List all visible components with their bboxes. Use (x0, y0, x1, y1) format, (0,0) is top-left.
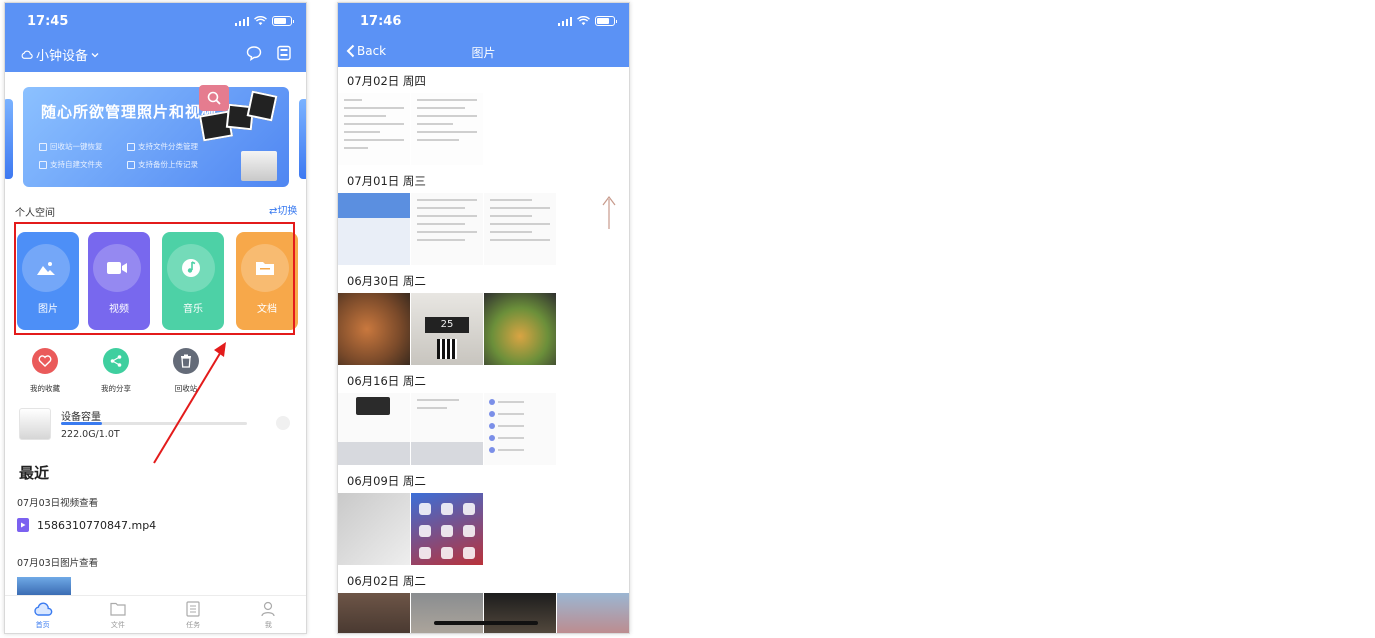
photo-thumbnail[interactable]: 25 (411, 293, 483, 365)
photo-thumbnail[interactable] (338, 393, 410, 465)
date-header: 07月02日 周四 (347, 74, 426, 88)
photo-thumbnail[interactable] (484, 193, 556, 265)
status-bar: 17:46 (338, 3, 629, 41)
photo-thumbnail[interactable] (484, 593, 556, 633)
nav-bar: Back 图片 (338, 41, 629, 67)
date-header: 06月30日 周二 (347, 274, 426, 288)
app-grid-icon (419, 503, 475, 559)
sketch-arrow-icon (602, 196, 616, 229)
status-time: 17:46 (360, 14, 402, 29)
photo-thumbnail[interactable] (557, 193, 629, 265)
photo-thumbnail[interactable] (484, 393, 556, 465)
signal-icon (557, 16, 572, 26)
battery-icon (595, 16, 617, 26)
photo-thumbnail[interactable] (338, 593, 410, 633)
date-header: 07月01日 周三 (347, 174, 426, 188)
photo-thumbnail[interactable] (411, 93, 483, 165)
home-indicator (434, 621, 538, 625)
photo-thumbnail[interactable] (411, 393, 483, 465)
date-header: 06月16日 周二 (347, 374, 426, 388)
photo-thumbnail[interactable] (338, 193, 410, 265)
photo-thumbnail[interactable] (484, 293, 556, 365)
qr-code-icon (437, 339, 457, 359)
photo-thumbnail[interactable] (338, 93, 410, 165)
photo-thumbnail[interactable] (338, 493, 410, 565)
photo-thumbnail[interactable] (338, 293, 410, 365)
photo-thumbnail[interactable] (557, 593, 629, 633)
images-screen: 17:46 Back 图片 07月02日 周四 07月01日 周三 06月30日… (337, 2, 630, 634)
photo-thumbnail[interactable] (411, 493, 483, 565)
annotation-arrow (153, 342, 226, 464)
photo-caption: 25 (425, 317, 469, 333)
photo-thumbnail[interactable] (411, 593, 483, 633)
date-header: 06月09日 周二 (347, 474, 426, 488)
date-header: 06月02日 周二 (347, 574, 426, 588)
wifi-icon (577, 16, 590, 26)
page-title: 图片 (471, 46, 496, 60)
photo-thumbnail[interactable] (411, 193, 483, 265)
